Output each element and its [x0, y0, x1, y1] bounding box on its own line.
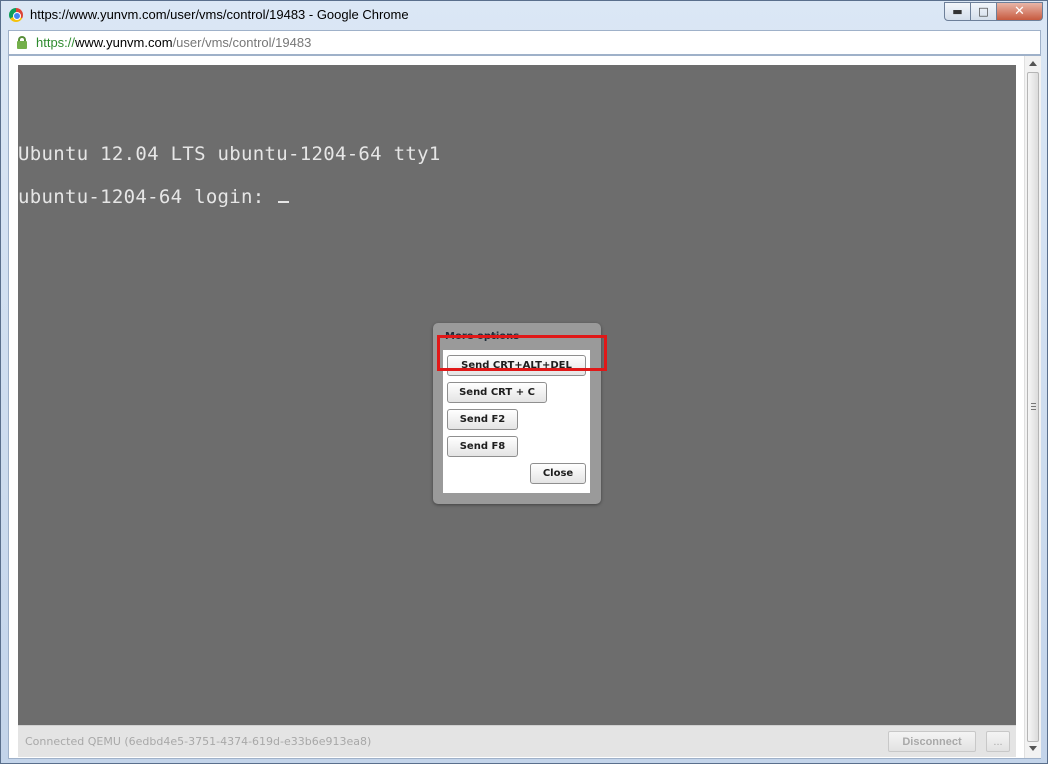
browser-window: https://www.yunvm.com/user/vms/control/1… [0, 0, 1048, 764]
send-f2-button[interactable]: Send F2 [447, 409, 518, 430]
terminal-line-login: ubuntu-1204-64 login: [18, 186, 290, 208]
grip-icon [1031, 403, 1036, 410]
annotation-highlight-box [437, 335, 607, 371]
url-host: www.yunvm.com [75, 35, 173, 50]
terminal-line-banner: Ubuntu 12.04 LTS ubuntu-1204-64 tty1 [18, 143, 441, 165]
scroll-thumb[interactable] [1027, 72, 1039, 742]
close-dialog-button[interactable]: Close [530, 463, 586, 484]
console-status-bar: Connected QEMU (6edbd4e5-3751-4374-619d-… [18, 725, 1016, 757]
login-prompt: ubuntu-1204-64 login: [18, 186, 277, 208]
maximize-button[interactable]: □ [971, 2, 997, 21]
minimize-button[interactable]: ▬ [944, 2, 971, 21]
close-window-button[interactable]: ✕ [997, 2, 1043, 21]
page-content: Ubuntu 12.04 LTS ubuntu-1204-64 tty1 ubu… [8, 55, 1041, 759]
dialog-body: Send CRT+ALT+DEL Send CRT + C Send F2 Se… [443, 350, 590, 493]
title-bar: https://www.yunvm.com/user/vms/control/1… [1, 1, 1047, 29]
url-text[interactable]: https://www.yunvm.com/user/vms/control/1… [36, 35, 311, 50]
window-title: https://www.yunvm.com/user/vms/control/1… [30, 7, 409, 22]
disconnect-button[interactable]: Disconnect [888, 731, 976, 752]
chrome-icon [9, 8, 23, 22]
url-path: /user/vms/control/19483 [172, 35, 312, 50]
send-ctrl-c-button[interactable]: Send CRT + C [447, 382, 547, 403]
lock-icon [17, 36, 27, 49]
vertical-scrollbar[interactable] [1024, 56, 1041, 758]
scroll-down-icon[interactable] [1029, 746, 1037, 751]
connection-status: Connected QEMU (6edbd4e5-3751-4374-619d-… [25, 735, 372, 748]
scroll-up-icon[interactable] [1029, 61, 1037, 66]
url-scheme: https:// [36, 35, 76, 50]
window-controls: ▬ □ ✕ [944, 2, 1043, 21]
more-options-button[interactable]: ... [986, 731, 1010, 752]
text-cursor [278, 201, 290, 203]
send-f8-button[interactable]: Send F8 [447, 436, 518, 457]
address-bar[interactable]: https://www.yunvm.com/user/vms/control/1… [8, 30, 1041, 55]
